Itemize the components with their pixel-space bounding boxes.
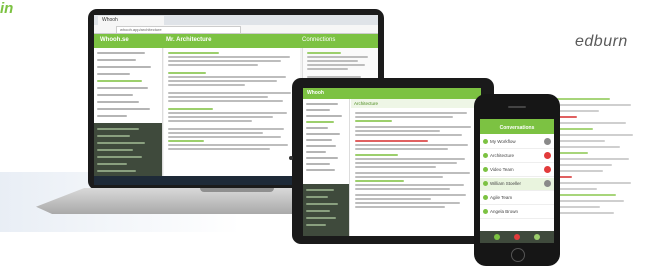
- phone-item-label: Angela Brown: [490, 209, 519, 214]
- phone-title: Conversations: [499, 125, 535, 131]
- phone-item-label: Video Team: [490, 167, 514, 172]
- phone-list-item[interactable]: Angela Brown: [480, 206, 554, 219]
- phone-screen: Conversations My Workflow Architecture V…: [480, 119, 554, 243]
- status-dot-icon: [483, 153, 488, 158]
- app-logo: Whooh.se: [100, 37, 129, 43]
- phone-list-item[interactable]: My Workflow: [480, 136, 554, 149]
- browser-tab-bar: Whooh: [94, 15, 378, 25]
- status-dot-icon: [483, 139, 488, 144]
- phone-list-item[interactable]: William Stoeller: [480, 178, 554, 191]
- count-badge: [544, 152, 551, 159]
- count-badge: [544, 180, 551, 187]
- brand-text-left: in: [0, 0, 14, 17]
- message-pane: [164, 48, 300, 185]
- alerts-tab-icon[interactable]: [514, 234, 520, 240]
- phone-item-label: Agile Team: [490, 195, 513, 200]
- phone-list-item[interactable]: Agile Team: [480, 192, 554, 205]
- phone-item-label: Architecture: [490, 153, 515, 158]
- connections-title: Connections: [302, 37, 336, 43]
- count-badge: [544, 138, 551, 145]
- tablet-contacts: [303, 184, 349, 236]
- tablet-screen: Whooh Architecture: [303, 88, 481, 236]
- phone-tab-bar: [480, 231, 554, 243]
- tablet-app-header: Whooh: [303, 88, 481, 99]
- tablet-camera: [289, 156, 293, 160]
- phone-item-label: My Workflow: [490, 139, 516, 144]
- phone-item-label: William Stoeller: [490, 181, 522, 186]
- topic-title: Mr. Architecture: [166, 37, 212, 43]
- phone-speaker: [508, 106, 526, 108]
- count-badge: [544, 166, 551, 173]
- chat-tab-icon[interactable]: [494, 234, 500, 240]
- phone-home-button[interactable]: [511, 248, 525, 262]
- phone-header: Conversations: [480, 119, 554, 134]
- browser-tab[interactable]: Whooh: [98, 16, 164, 25]
- tablet-message-pane: [351, 99, 481, 236]
- contacts-tab-icon[interactable]: [534, 234, 540, 240]
- status-dot-icon: [483, 195, 488, 200]
- browser-address-bar: whooh.app/architecture: [94, 25, 378, 34]
- avatar: [483, 181, 488, 186]
- status-dot-icon: [483, 167, 488, 172]
- app-header: Whooh.se Mr. Architecture Connections: [94, 34, 378, 48]
- url-field[interactable]: whooh.app/architecture: [116, 26, 241, 34]
- avatar: [483, 209, 488, 214]
- phone-list-item[interactable]: Video Team: [480, 164, 554, 177]
- brand-text-right: edburn: [575, 33, 628, 50]
- laptop-hinge: [200, 188, 274, 192]
- tablet-app-logo: Whooh: [307, 90, 324, 96]
- phone-list-item[interactable]: Architecture: [480, 150, 554, 163]
